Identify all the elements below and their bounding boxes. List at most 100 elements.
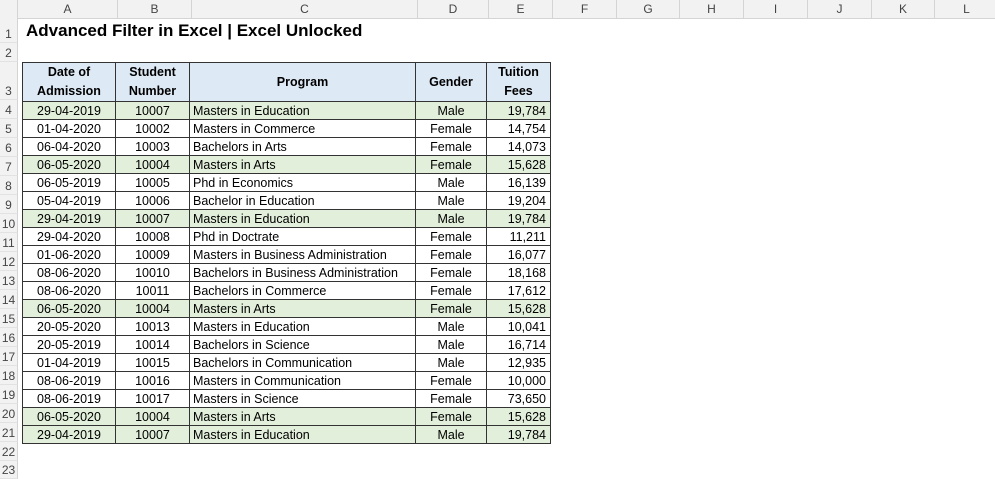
cell-date[interactable]: 06-05-2020: [22, 155, 116, 174]
cell-tuition-fees[interactable]: 16,077: [486, 245, 551, 264]
cell-program[interactable]: Masters in Arts: [189, 155, 416, 174]
column-header-g[interactable]: G: [617, 0, 680, 18]
row-header-22[interactable]: 22: [0, 442, 18, 461]
cell-tuition-fees[interactable]: 15,628: [486, 299, 551, 318]
cell-student-number[interactable]: 10004: [115, 407, 190, 426]
row-header-21[interactable]: 21: [0, 423, 18, 442]
cell-gender[interactable]: Male: [415, 335, 487, 354]
cell-tuition-fees[interactable]: 15,628: [486, 155, 551, 174]
row-header-5[interactable]: 5: [0, 119, 18, 138]
column-header-f[interactable]: F: [553, 0, 617, 18]
row-header-13[interactable]: 13: [0, 271, 18, 290]
column-header-a[interactable]: A: [18, 0, 118, 18]
row-header-4[interactable]: 4: [0, 100, 18, 119]
cell-student-number[interactable]: 10017: [115, 389, 190, 408]
cell-student-number[interactable]: 10008: [115, 227, 190, 246]
row-header-1[interactable]: 1: [0, 18, 18, 43]
cell-gender[interactable]: Male: [415, 209, 487, 228]
cell-student-number[interactable]: 10007: [115, 101, 190, 120]
cell-gender[interactable]: Female: [415, 119, 487, 138]
cell-student-number[interactable]: 10007: [115, 425, 190, 444]
row-header-16[interactable]: 16: [0, 328, 18, 347]
cell-date[interactable]: 29-04-2019: [22, 101, 116, 120]
cell-gender[interactable]: Female: [415, 263, 487, 282]
cell-date[interactable]: 06-04-2020: [22, 137, 116, 156]
cell-student-number[interactable]: 10004: [115, 299, 190, 318]
cell-program[interactable]: Bachelors in Commerce: [189, 281, 416, 300]
cell-student-number[interactable]: 10006: [115, 191, 190, 210]
header-student-number[interactable]: Student Number: [115, 62, 190, 102]
cell-program[interactable]: Masters in Education: [189, 425, 416, 444]
cell-date[interactable]: 05-04-2019: [22, 191, 116, 210]
cell-program[interactable]: Phd in Economics: [189, 173, 416, 192]
cell-student-number[interactable]: 10015: [115, 353, 190, 372]
cell-program[interactable]: Masters in Arts: [189, 299, 416, 318]
cell-student-number[interactable]: 10013: [115, 317, 190, 336]
row-header-14[interactable]: 14: [0, 290, 18, 309]
cell-student-number[interactable]: 10010: [115, 263, 190, 282]
cell-gender[interactable]: Female: [415, 371, 487, 390]
sheet-title[interactable]: Advanced Filter in Excel | Excel Unlocke…: [26, 21, 362, 41]
cell-program[interactable]: Masters in Arts: [189, 407, 416, 426]
select-all-corner[interactable]: [0, 0, 18, 18]
header-tuition-fees[interactable]: Tuition Fees: [486, 62, 551, 102]
row-header-20[interactable]: 20: [0, 404, 18, 423]
cell-student-number[interactable]: 10003: [115, 137, 190, 156]
column-header-c[interactable]: C: [192, 0, 418, 18]
cell-gender[interactable]: Female: [415, 389, 487, 408]
cell-date[interactable]: 20-05-2019: [22, 335, 116, 354]
cell-gender[interactable]: Male: [415, 191, 487, 210]
cell-tuition-fees[interactable]: 16,714: [486, 335, 551, 354]
cell-tuition-fees[interactable]: 10,041: [486, 317, 551, 336]
cell-tuition-fees[interactable]: 19,784: [486, 425, 551, 444]
cell-program[interactable]: Bachelors in Business Administration: [189, 263, 416, 282]
cell-program[interactable]: Bachelors in Arts: [189, 137, 416, 156]
cell-tuition-fees[interactable]: 73,650: [486, 389, 551, 408]
column-header-k[interactable]: K: [872, 0, 935, 18]
cell-tuition-fees[interactable]: 10,000: [486, 371, 551, 390]
cell-student-number[interactable]: 10014: [115, 335, 190, 354]
cell-program[interactable]: Phd in Doctrate: [189, 227, 416, 246]
cell-tuition-fees[interactable]: 18,168: [486, 263, 551, 282]
cell-date[interactable]: 29-04-2019: [22, 209, 116, 228]
column-header-l[interactable]: L: [935, 0, 995, 18]
cell-date[interactable]: 08-06-2020: [22, 263, 116, 282]
cell-gender[interactable]: Female: [415, 281, 487, 300]
cell-gender[interactable]: Male: [415, 173, 487, 192]
row-header-9[interactable]: 9: [0, 195, 18, 214]
cell-student-number[interactable]: 10009: [115, 245, 190, 264]
column-header-d[interactable]: D: [418, 0, 489, 18]
cell-date[interactable]: 06-05-2020: [22, 299, 116, 318]
cell-tuition-fees[interactable]: 19,784: [486, 209, 551, 228]
column-header-b[interactable]: B: [118, 0, 192, 18]
cell-student-number[interactable]: 10002: [115, 119, 190, 138]
header-date[interactable]: Date of Admission: [22, 62, 116, 102]
row-header-7[interactable]: 7: [0, 157, 18, 176]
row-header-2[interactable]: 2: [0, 43, 18, 62]
row-header-18[interactable]: 18: [0, 366, 18, 385]
cell-program[interactable]: Masters in Science: [189, 389, 416, 408]
column-header-i[interactable]: I: [744, 0, 808, 18]
cell-tuition-fees[interactable]: 15,628: [486, 407, 551, 426]
cell-date[interactable]: 01-04-2020: [22, 119, 116, 138]
cell-tuition-fees[interactable]: 16,139: [486, 173, 551, 192]
cell-tuition-fees[interactable]: 14,754: [486, 119, 551, 138]
cell-program[interactable]: Masters in Education: [189, 209, 416, 228]
cell-date[interactable]: 01-06-2020: [22, 245, 116, 264]
row-header-15[interactable]: 15: [0, 309, 18, 328]
header-program[interactable]: Program: [189, 62, 416, 102]
row-header-19[interactable]: 19: [0, 385, 18, 404]
cell-tuition-fees[interactable]: 12,935: [486, 353, 551, 372]
cell-tuition-fees[interactable]: 11,211: [486, 227, 551, 246]
row-header-12[interactable]: 12: [0, 252, 18, 271]
cell-date[interactable]: 29-04-2019: [22, 425, 116, 444]
cell-student-number[interactable]: 10004: [115, 155, 190, 174]
cell-student-number[interactable]: 10007: [115, 209, 190, 228]
cell-program[interactable]: Masters in Education: [189, 317, 416, 336]
cell-program[interactable]: Bachelor in Education: [189, 191, 416, 210]
cell-date[interactable]: 06-05-2019: [22, 173, 116, 192]
cell-student-number[interactable]: 10016: [115, 371, 190, 390]
cell-date[interactable]: 08-06-2019: [22, 389, 116, 408]
row-header-3[interactable]: 3: [0, 62, 18, 100]
row-header-6[interactable]: 6: [0, 138, 18, 157]
